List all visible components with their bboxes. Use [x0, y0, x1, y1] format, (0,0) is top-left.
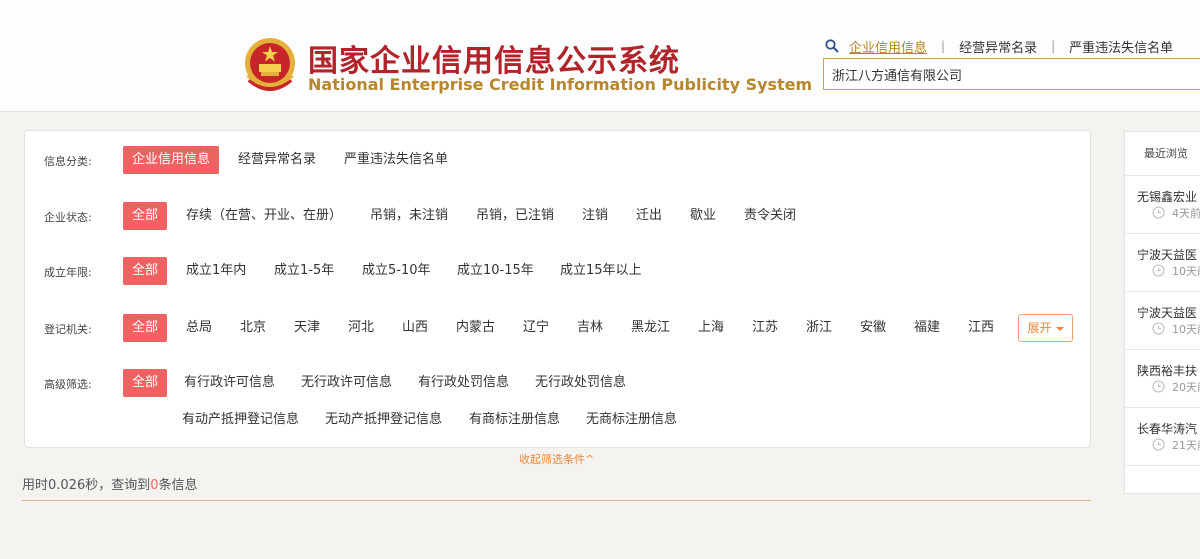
status-option[interactable]: 责令关闭: [744, 202, 796, 230]
result-suffix: 条信息: [158, 478, 198, 493]
advanced-option[interactable]: 无商标注册信息: [586, 406, 677, 434]
recent-item-name[interactable]: 陕西裕丰扶: [1137, 362, 1197, 379]
recent-item-name[interactable]: 无锡鑫宏业: [1137, 188, 1197, 205]
advanced-option[interactable]: 全部: [123, 369, 167, 397]
recent-item-time: 21天前: [1172, 439, 1200, 452]
search-tab-abnormal-list[interactable]: 经营异常名录: [959, 37, 1037, 56]
clock-icon: [1152, 380, 1165, 393]
advanced-option[interactable]: 有行政处罚信息: [418, 369, 509, 397]
filter-row-authority: 登记机关: 全部 总局 北京 天津 河北 山西 内蒙古 辽宁 吉林 黑龙江 上海…: [25, 314, 1090, 342]
advanced-option[interactable]: 有动产抵押登记信息: [182, 406, 299, 434]
expand-label: 展开: [1027, 321, 1052, 335]
advanced-option[interactable]: 无动产抵押登记信息: [325, 406, 442, 434]
clock-icon: [1152, 322, 1165, 335]
years-option[interactable]: 成立1-5年: [274, 257, 334, 285]
tab-separator: |: [941, 39, 946, 53]
authority-option[interactable]: 福建: [914, 314, 940, 342]
recent-item-time: 10天前: [1172, 265, 1200, 278]
authority-option[interactable]: 吉林: [577, 314, 603, 342]
filter-label-advanced: 高级筛选:: [44, 378, 92, 391]
status-option[interactable]: 存续（在营、开业、在册）: [186, 202, 342, 230]
recent-item[interactable]: 长春华涛汽 21天前: [1125, 408, 1200, 466]
advanced-option[interactable]: 有商标注册信息: [469, 406, 560, 434]
recent-browse-panel: 最近浏览 无锡鑫宏业 4天前 宁波天益医 10天前 宁波天益医 10天前 陕西裕…: [1124, 131, 1200, 494]
status-option[interactable]: 吊销，已注销: [476, 202, 554, 230]
result-count: 0: [150, 478, 159, 493]
status-option[interactable]: 迁出: [636, 202, 662, 230]
filter-label-years: 成立年限:: [44, 266, 92, 279]
filter-label-category: 信息分类:: [44, 155, 92, 168]
category-option[interactable]: 严重违法失信名单: [344, 146, 448, 174]
search-tabs: 企业信用信息 | 经营异常名录 | 严重违法失信名单: [825, 37, 1173, 56]
result-prefix: 用时0.026秒，查询到: [22, 478, 151, 493]
search-tab-credit-info[interactable]: 企业信用信息: [849, 37, 927, 56]
status-option[interactable]: 歇业: [690, 202, 716, 230]
status-option[interactable]: 全部: [123, 202, 167, 230]
clock-icon: [1152, 438, 1165, 451]
category-option[interactable]: 企业信用信息: [123, 146, 219, 174]
recent-item[interactable]: 宁波天益医 10天前: [1125, 234, 1200, 292]
authority-option[interactable]: 浙江: [806, 314, 832, 342]
authority-option[interactable]: 北京: [240, 314, 266, 342]
filter-row-advanced: 高级筛选: 全部 有行政许可信息 无行政许可信息 有行政处罚信息 无行政处罚信息: [25, 369, 1090, 397]
recent-item[interactable]: 陕西裕丰扶 20天前: [1125, 350, 1200, 408]
advanced-option[interactable]: 无行政许可信息: [301, 369, 392, 397]
clock-icon: [1152, 206, 1165, 219]
recent-item[interactable]: 无锡鑫宏业 4天前: [1125, 176, 1200, 234]
authority-option[interactable]: 江苏: [752, 314, 778, 342]
recent-browse-title: 最近浏览: [1125, 132, 1200, 176]
tab-separator: |: [1051, 39, 1056, 53]
recent-item[interactable]: 宁波天益医 10天前: [1125, 292, 1200, 350]
filter-row-category: 信息分类: 企业信用信息 经营异常名录 严重违法失信名单: [25, 146, 1090, 174]
recent-item-time: 20天前: [1172, 381, 1200, 394]
filter-row-status: 企业状态: 全部 存续（在营、开业、在册） 吊销，未注销 吊销，已注销 注销 迁…: [25, 202, 1090, 230]
authority-option[interactable]: 上海: [698, 314, 724, 342]
authority-option[interactable]: 山西: [402, 314, 428, 342]
authority-option[interactable]: 黑龙江: [631, 314, 670, 342]
status-option[interactable]: 注销: [582, 202, 608, 230]
authority-option[interactable]: 江西: [968, 314, 994, 342]
search-icon: [825, 39, 839, 53]
recent-item-time: 4天前: [1172, 207, 1200, 220]
recent-item-name[interactable]: 长春华涛汽: [1137, 420, 1197, 437]
caret-down-icon: [1055, 326, 1064, 331]
expand-button[interactable]: 展开: [1018, 314, 1073, 342]
result-summary: 用时0.026秒，查询到0条信息: [22, 474, 198, 493]
filter-panel: 信息分类: 企业信用信息 经营异常名录 严重违法失信名单 企业状态: 全部 存续…: [24, 130, 1091, 448]
authority-option[interactable]: 内蒙古: [456, 314, 495, 342]
authority-option[interactable]: 辽宁: [523, 314, 549, 342]
years-option[interactable]: 成立15年以上: [560, 257, 642, 285]
recent-item-name[interactable]: 宁波天益医: [1137, 246, 1197, 263]
years-option[interactable]: 成立5-10年: [362, 257, 431, 285]
authority-option[interactable]: 天津: [294, 314, 320, 342]
category-option[interactable]: 经营异常名录: [238, 146, 316, 174]
advanced-option[interactable]: 无行政处罚信息: [535, 369, 626, 397]
collapse-filters-link[interactable]: 收起筛选条件^: [519, 451, 594, 467]
recent-item-time: 10天前: [1172, 323, 1200, 336]
site-header: 国家企业信用信息公示系统 National Enterprise Credit …: [0, 0, 1200, 112]
advanced-option[interactable]: 有行政许可信息: [184, 369, 275, 397]
site-title-cn: 国家企业信用信息公示系统: [308, 44, 680, 79]
recent-item-name[interactable]: 宁波天益医: [1137, 304, 1197, 321]
authority-option[interactable]: 安徽: [860, 314, 886, 342]
site-title-en: National Enterprise Credit Information P…: [308, 75, 813, 94]
filter-label-authority: 登记机关:: [44, 323, 92, 336]
authority-option[interactable]: 河北: [348, 314, 374, 342]
search-input[interactable]: [823, 58, 1200, 90]
national-emblem-icon: [245, 38, 295, 91]
authority-option[interactable]: 总局: [186, 314, 212, 342]
filter-row-advanced-2: 有动产抵押登记信息 无动产抵押登记信息 有商标注册信息 无商标注册信息: [25, 406, 1090, 434]
clock-icon: [1152, 264, 1165, 277]
years-option[interactable]: 成立1年内: [186, 257, 246, 285]
filter-row-years: 成立年限: 全部 成立1年内 成立1-5年 成立5-10年 成立10-15年 成…: [25, 257, 1090, 285]
years-option[interactable]: 成立10-15年: [457, 257, 534, 285]
authority-option[interactable]: 全部: [123, 314, 167, 342]
result-divider: [22, 500, 1091, 501]
status-option[interactable]: 吊销，未注销: [370, 202, 448, 230]
filter-label-status: 企业状态:: [44, 211, 92, 224]
search-tab-blacklist[interactable]: 严重违法失信名单: [1069, 37, 1173, 56]
years-option[interactable]: 全部: [123, 257, 167, 285]
